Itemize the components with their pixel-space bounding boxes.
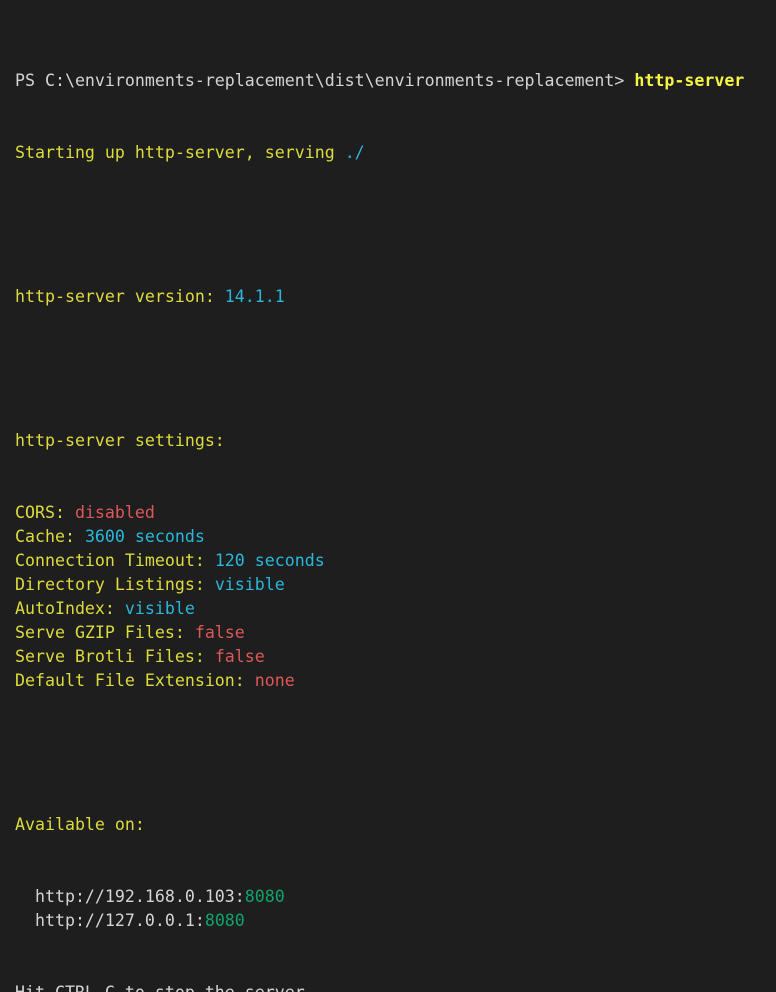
terminal-window[interactable]: PS C:\environments-replacement\dist\envi… [0,0,776,992]
address-url[interactable]: http://192.168.0.103: [15,887,245,906]
address-port[interactable]: 8080 [245,887,285,906]
available-heading: Available on: [15,815,145,834]
starting-line: Starting up http-server, serving ./ [15,141,776,165]
setting-value: 120 seconds [214,551,325,570]
setting-key: Serve Brotli Files: [15,647,215,666]
settings-line: Serve Brotli Files: false [15,645,776,669]
setting-key: Serve GZIP Files: [15,623,195,642]
setting-value: visible [214,575,285,594]
setting-value: visible [124,599,195,618]
address-port[interactable]: 8080 [205,911,245,930]
settings-heading: http-server settings: [15,431,225,450]
version-line: http-server version: 14.1.1 [15,285,776,309]
settings-heading-line: http-server settings: [15,429,776,453]
settings-line: Default File Extension: none [15,669,776,693]
starting-text: Starting up http-server, serving [15,143,345,162]
stop-hint: Hit CTRL-C to stop the server [15,983,305,992]
version-value: 14.1.1 [224,287,285,306]
serve-path: ./ [344,143,365,162]
address-url[interactable]: http://127.0.0.1: [15,911,205,930]
setting-value: false [214,647,265,666]
setting-key: Connection Timeout: [15,551,215,570]
setting-key: Default File Extension: [15,671,255,690]
address-list: http://192.168.0.103:8080 http://127.0.0… [15,885,776,933]
setting-key: AutoIndex: [15,599,125,618]
prompt-line: PS C:\environments-replacement\dist\envi… [15,69,776,93]
settings-line: Connection Timeout: 120 seconds [15,549,776,573]
stop-hint-line: Hit CTRL-C to stop the server [15,981,776,992]
settings-list: CORS: disabled Cache: 3600 seconds Connect… [15,501,776,693]
setting-key: Cache: [15,527,85,546]
version-label: http-server version: [15,287,225,306]
setting-value: disabled [74,503,155,522]
setting-key: CORS: [15,503,75,522]
shell-prompt: PS C:\environments-replacement\dist\envi… [15,71,635,90]
setting-value: 3600 seconds [84,527,205,546]
address-line: http://192.168.0.103:8080 [15,885,776,909]
address-line: http://127.0.0.1:8080 [15,909,776,933]
setting-value: none [254,671,295,690]
setting-value: false [194,623,245,642]
settings-line: Directory Listings: visible [15,573,776,597]
settings-line: Serve GZIP Files: false [15,621,776,645]
available-heading-line: Available on: [15,813,776,837]
settings-line: AutoIndex: visible [15,597,776,621]
settings-line: CORS: disabled [15,501,776,525]
setting-key: Directory Listings: [15,575,215,594]
settings-line: Cache: 3600 seconds [15,525,776,549]
command-text: http-server [634,71,745,90]
